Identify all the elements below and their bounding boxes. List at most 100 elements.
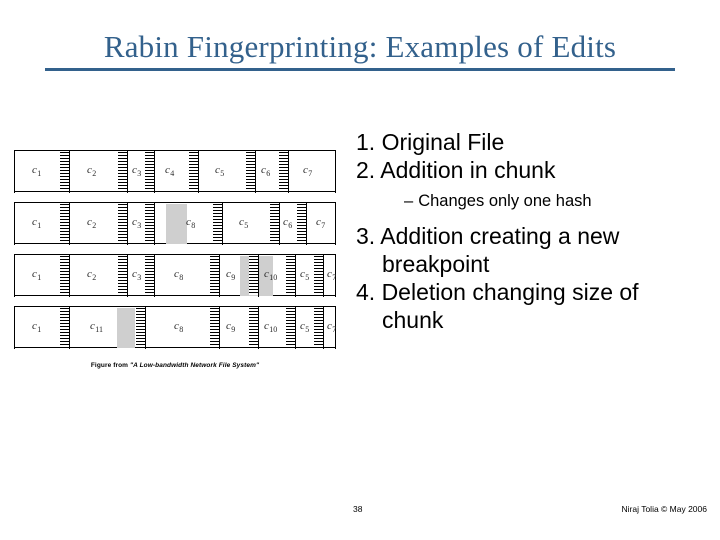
chunk-label: c10 — [264, 320, 278, 334]
chunk-divider-icon — [127, 151, 129, 193]
chunk-label: c9 — [226, 268, 236, 282]
chunk-label: c8 — [174, 268, 184, 282]
chunk-divider-icon — [295, 255, 297, 297]
chunk-divider-icon — [154, 151, 156, 193]
chunk-label: c2 — [87, 216, 97, 230]
breakpoint-marker-icon — [60, 256, 69, 295]
figure-caption: Figure from "A Low-bandwidth Network Fil… — [14, 362, 336, 369]
bullet-item-3: 3. Addition creating a new breakpoint — [356, 222, 720, 278]
chunk-divider-icon — [295, 307, 297, 349]
figure-caption-lead: Figure from — [90, 362, 130, 369]
breakpoint-marker-icon — [270, 204, 279, 243]
chunk-divider-icon — [222, 203, 224, 245]
slide-title-block: Rabin Fingerprinting: Examples of Edits — [0, 29, 720, 71]
breakpoint-marker-icon — [249, 308, 258, 347]
chunk-divider-icon — [306, 203, 308, 245]
bullet-item-3-line2: breakpoint — [382, 250, 490, 277]
chunk-label: c5 — [239, 216, 249, 230]
breakpoint-marker-icon — [60, 308, 69, 347]
chunk-label: c3 — [132, 216, 142, 230]
chunk-label: c4 — [165, 164, 175, 178]
breakpoint-marker-icon — [60, 204, 69, 243]
bullet-item-3-line1: 3. Addition creating a new — [356, 222, 620, 249]
chunk-divider-icon — [288, 151, 290, 193]
breakpoint-marker-icon — [297, 204, 306, 243]
chunk-divider-icon — [69, 255, 71, 297]
breakpoint-marker-icon — [136, 308, 145, 347]
row-edge-left-icon — [14, 254, 16, 297]
chunk-divider-icon — [323, 255, 325, 297]
chunk-label: c7 — [316, 216, 326, 230]
chunk-row-deletion-size-change: c1 c11 c8 c9 c10 c5 c7 — [14, 306, 337, 349]
bullet-item-2: 2. Addition in chunk — [356, 157, 556, 184]
chunk-row-addition-in-chunk: c1 c2 c3 c8 c5 c6 c7 — [14, 202, 336, 245]
new-breakpoint-marker-icon — [249, 256, 258, 295]
breakpoint-marker-icon — [118, 204, 127, 243]
breakpoint-marker-icon — [60, 152, 69, 191]
bullet-item-2-sub-1: – Changes only one hash — [356, 191, 720, 212]
footer-credit: Niraj Tolia © May 2006 — [621, 504, 707, 514]
breakpoint-marker-icon — [246, 152, 255, 191]
chunk-divider-icon — [69, 203, 71, 245]
breakpoint-marker-icon — [286, 256, 295, 295]
chunk-label: c1 — [32, 268, 42, 282]
row-edge-right-icon — [334, 150, 336, 193]
bullet-item-4: 4. Deletion changing size of chunk — [356, 278, 720, 334]
chunk-label: c3 — [132, 268, 142, 282]
breakpoint-marker-icon — [213, 204, 222, 243]
sub-bullet-dash-icon: – — [404, 192, 414, 211]
chunk-divider-icon — [69, 307, 71, 349]
chunk-label: c7 — [327, 320, 337, 334]
chunk-label: c7 — [327, 268, 337, 282]
chunk-row-addition-new-breakpoint: c1 c2 c3 c8 c9 c10 c5 c7 — [14, 254, 337, 297]
chunk-label: c1 — [32, 164, 42, 178]
chunk-label: c8 — [186, 216, 196, 230]
new-chunk-divider-icon — [258, 255, 260, 297]
bullet-item-1: 1. Original File — [356, 129, 505, 155]
chunk-label: c8 — [174, 320, 184, 334]
chunk-divider-icon — [154, 255, 156, 297]
breakpoint-marker-icon — [118, 152, 127, 191]
chunk-divider-icon — [258, 307, 260, 349]
sub-bullet-text: Changes only one hash — [418, 192, 592, 211]
chunk-divider-icon — [127, 203, 129, 245]
chunk-label: c9 — [226, 320, 236, 334]
chunk-label: c10 — [264, 268, 278, 282]
bullet-list: 1. Original File 2. Addition in chunk – C… — [356, 128, 720, 334]
footer-page-number: 38 — [353, 504, 363, 514]
chunk-row-original-file: c1 c2 c3 c4 c5 c6 c7 — [14, 150, 336, 193]
breakpoint-marker-icon — [210, 256, 219, 295]
chunk-divider-icon — [127, 255, 129, 297]
title-underline-rule — [45, 67, 675, 71]
row-edge-left-icon — [14, 306, 16, 349]
breakpoint-marker-icon — [286, 308, 295, 347]
chunk-label: c5 — [215, 164, 225, 178]
chunk-divider-icon — [198, 151, 200, 193]
chunk-divider-icon — [154, 203, 156, 245]
chunk-label: c6 — [283, 216, 293, 230]
breakpoint-marker-icon — [210, 308, 219, 347]
breakpoint-marker-icon — [279, 152, 288, 191]
chunk-divider-icon — [255, 151, 257, 193]
chunk-label: c1 — [32, 216, 42, 230]
breakpoint-marker-icon — [145, 204, 154, 243]
chunk-divider-icon — [279, 203, 281, 245]
chunk-divider-icon — [219, 307, 221, 349]
breakpoint-marker-icon — [189, 152, 198, 191]
inserted-data-block — [166, 204, 187, 244]
chunk-label: c3 — [132, 164, 142, 178]
chunk-divider-icon — [69, 151, 71, 193]
chunk-divider-icon — [323, 307, 325, 349]
deleted-data-block — [117, 308, 135, 348]
bullet-item-4-line1: 4. Deletion changing size of — [356, 278, 639, 305]
chunk-divider-icon — [219, 255, 221, 297]
chunk-label: c11 — [90, 320, 103, 334]
chunk-divider-icon — [145, 307, 147, 349]
bullet-item-4-line2: chunk — [382, 306, 444, 333]
breakpoint-marker-icon — [118, 256, 127, 295]
breakpoint-marker-icon — [314, 256, 323, 295]
chunk-label: c5 — [300, 320, 310, 334]
breakpoint-marker-icon — [145, 256, 154, 295]
chunk-label: c2 — [87, 164, 97, 178]
chunk-label: c6 — [261, 164, 271, 178]
